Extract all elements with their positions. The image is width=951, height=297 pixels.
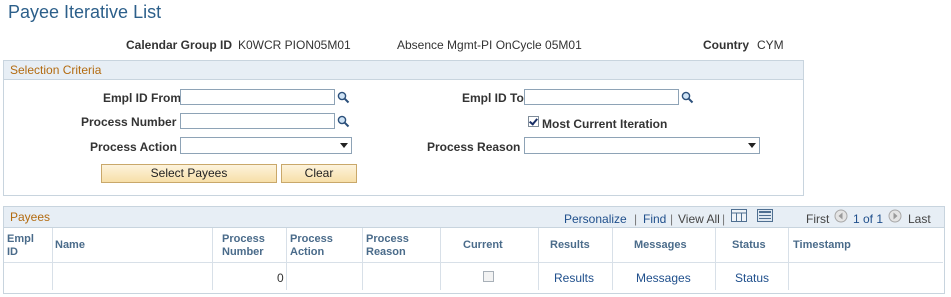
arrow-left-icon[interactable] (834, 209, 848, 226)
row-range: 1 of 1 (853, 212, 884, 226)
calendar-group-description: Absence Mgmt-PI OnCycle 05M01 (397, 38, 582, 52)
empl-id-from-input[interactable] (180, 89, 335, 105)
calendar-group-value: K0WCR PION05M01 (238, 38, 351, 52)
select-payees-button[interactable]: Select Payees (101, 164, 277, 183)
payees-title: Payees (4, 207, 944, 228)
first-label: First (806, 212, 830, 226)
empl-id-from-label: Empl ID From (103, 91, 182, 105)
col-messages: Messages (634, 239, 687, 251)
last-label: Last (908, 212, 931, 226)
personalize-link[interactable]: Personalize (564, 212, 627, 226)
col-status: Status (732, 239, 766, 251)
country-value: CYM (757, 38, 784, 52)
view-all-link[interactable]: View All (678, 212, 720, 226)
table-row (4, 263, 943, 291)
results-link[interactable]: Results (554, 271, 594, 285)
col-timestamp: Timestamp (793, 239, 851, 251)
messages-link[interactable]: Messages (636, 271, 691, 285)
chevron-down-icon (340, 143, 348, 148)
download-excel-icon[interactable] (731, 209, 747, 225)
arrow-right-icon[interactable] (888, 209, 902, 226)
process-action-select[interactable] (180, 137, 352, 154)
most-current-iteration-checkbox[interactable] (528, 116, 539, 127)
col-current: Current (463, 239, 503, 251)
current-checkbox[interactable] (483, 271, 494, 282)
calendar-group-label: Calendar Group ID (126, 38, 233, 52)
most-current-iteration-label: Most Current Iteration (542, 117, 668, 131)
col-process-action: Process Action (290, 233, 333, 258)
col-process-reason: Process Reason (366, 233, 409, 258)
selection-criteria-title: Selection Criteria (4, 61, 803, 80)
toolbar-separator: | (634, 212, 638, 226)
grid-zoom-icon[interactable] (757, 209, 773, 225)
empl-id-to-input[interactable] (524, 89, 679, 105)
process-reason-select[interactable] (524, 137, 760, 154)
toolbar-separator: | (722, 212, 726, 226)
empl-id-from-lookup-icon[interactable] (337, 91, 350, 104)
process-action-label: Process Action (90, 140, 177, 154)
toolbar-separator: | (670, 212, 674, 226)
page-title: Payee Iterative List (8, 2, 162, 22)
process-number-input[interactable] (180, 113, 335, 129)
clear-button[interactable]: Clear (281, 164, 357, 183)
col-process-number: Process Number (222, 233, 265, 258)
process-number-lookup-icon[interactable] (337, 115, 350, 128)
process-reason-label: Process Reason (427, 140, 521, 154)
empl-id-to-lookup-icon[interactable] (681, 91, 694, 104)
empl-id-to-label: Empl ID To (462, 91, 524, 105)
find-link[interactable]: Find (643, 212, 666, 226)
country-label: Country (703, 38, 749, 52)
status-link[interactable]: Status (735, 271, 769, 285)
col-results: Results (550, 239, 590, 251)
col-empl-id: Empl ID (7, 233, 34, 258)
cell-process-number: 0 (277, 271, 284, 285)
process-number-label: Process Number (81, 115, 177, 129)
col-name: Name (55, 239, 85, 251)
chevron-down-icon (748, 143, 756, 148)
